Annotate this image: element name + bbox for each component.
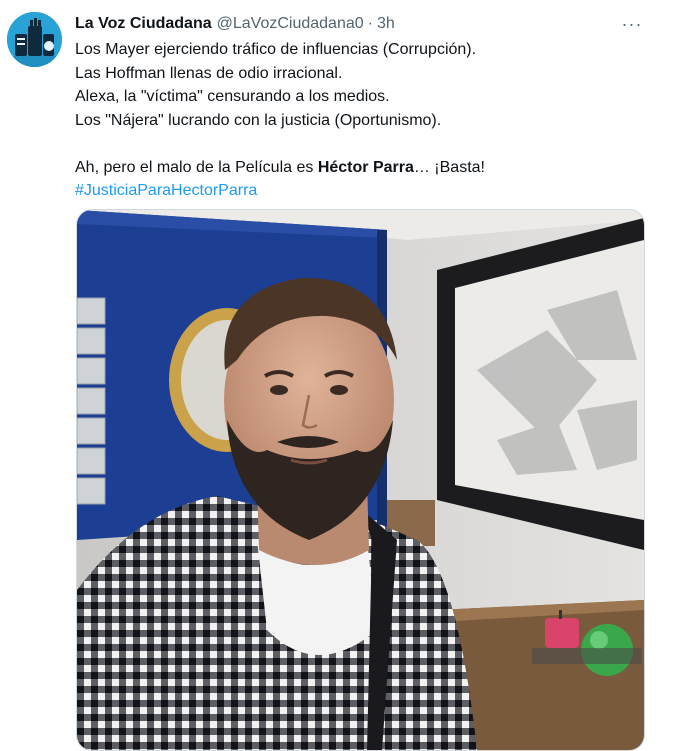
tweet[interactable]: La Voz Ciudadana @LaVozCiudadana0 · 3h ·… <box>0 0 677 751</box>
avatar[interactable] <box>7 12 62 67</box>
author-handle[interactable]: @LaVozCiudadana0 <box>217 15 364 33</box>
tweet-line-4: Los "Nájera" lucrando con la justicia (O… <box>75 111 442 129</box>
more-horizontal-icon: ··· <box>621 13 643 34</box>
closing-prefix: Ah, pero el malo de la Película es <box>75 158 318 176</box>
selfie-photo <box>77 210 644 750</box>
closing-suffix: … ¡Basta! <box>413 158 485 176</box>
tweet-text: Los Mayer ejerciendo tráfico de influenc… <box>75 38 645 203</box>
timestamp[interactable]: 3h <box>377 15 395 33</box>
hashtag-link[interactable]: #JusticiaParaHectorParra <box>75 182 257 199</box>
tweet-line-2: Las Hoffman llenas de odio irracional. <box>75 64 343 82</box>
author-name[interactable]: La Voz Ciudadana <box>75 15 212 33</box>
tweet-line-closing: Ah, pero el malo de la Película es Hécto… <box>75 156 645 180</box>
tweet-line-3: Alexa, la "víctima" censurando a los med… <box>75 88 390 105</box>
separator: · <box>367 15 373 32</box>
closing-bold-name: Héctor Parra <box>317 158 414 176</box>
tweet-line-1: Los Mayer ejerciendo tráfico de influenc… <box>75 41 477 58</box>
more-options-button[interactable]: ··· <box>616 10 648 38</box>
tweet-header: La Voz Ciudadana @LaVozCiudadana0 · 3h <box>75 13 395 35</box>
raised-fists-logo <box>7 12 62 67</box>
tweet-photo[interactable] <box>76 209 645 751</box>
